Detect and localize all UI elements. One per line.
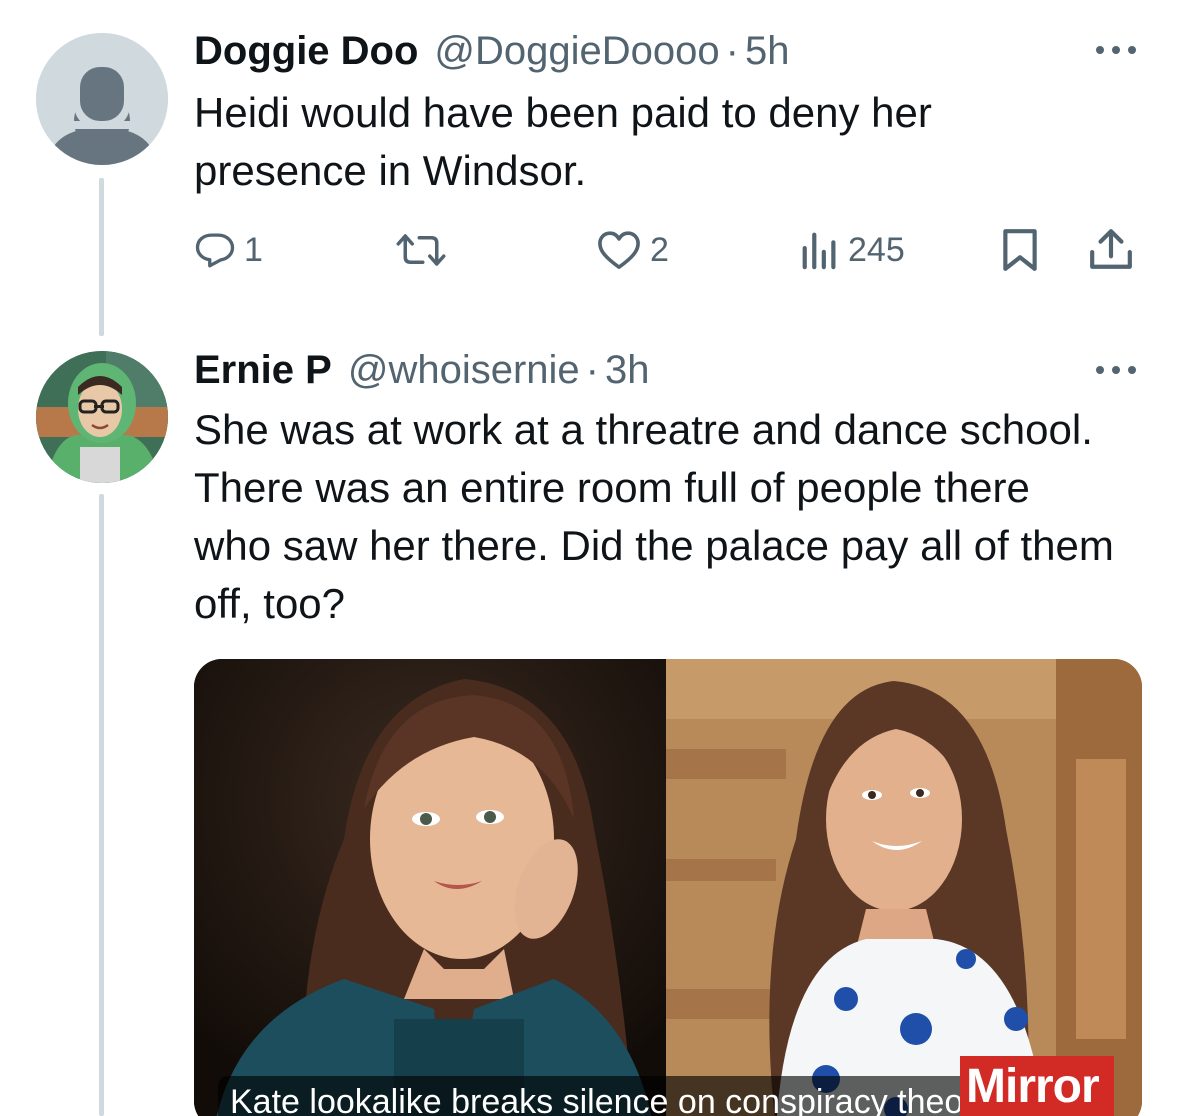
reply-icon <box>195 233 235 268</box>
timestamp[interactable]: 5h <box>745 27 790 75</box>
views-count: 245 <box>848 230 905 269</box>
retweet-button[interactable] <box>394 222 448 278</box>
media-card[interactable] <box>194 659 1142 1116</box>
share-icon <box>1090 229 1132 269</box>
avatar[interactable] <box>36 33 168 165</box>
bookmark-button[interactable] <box>1000 222 1040 278</box>
default-avatar-icon <box>36 33 168 165</box>
avatar[interactable] <box>36 351 168 483</box>
share-button[interactable] <box>1088 222 1134 278</box>
tweet-header: Doggie Doo @DoggieDoooo · 5h <box>194 27 789 75</box>
bookmark-icon <box>1003 229 1037 271</box>
retweet-icon <box>396 234 446 266</box>
reply-button[interactable]: 1 <box>194 222 263 278</box>
mirror-logo: Mirror <box>960 1056 1114 1116</box>
like-count: 2 <box>650 230 669 269</box>
display-name[interactable]: Ernie P <box>194 346 332 394</box>
photo-woman-teal-coat <box>194 659 666 1116</box>
separator-dot: · <box>585 348 599 392</box>
media-caption: Kate lookalike breaks silence on conspir… <box>218 1076 1038 1116</box>
thread-line-upper <box>99 178 104 336</box>
more-icon[interactable] <box>1092 360 1140 380</box>
photo-right <box>666 659 1142 1116</box>
tweet-actions: 1 2 245 <box>194 222 1144 278</box>
separator-dot: · <box>725 29 739 73</box>
heart-icon <box>598 231 640 269</box>
views-chart-icon <box>802 232 836 270</box>
reply-count: 1 <box>244 230 263 269</box>
more-icon[interactable] <box>1092 40 1140 60</box>
user-handle[interactable]: @DoggieDoooo <box>434 27 719 75</box>
views-button[interactable]: 245 <box>800 222 905 278</box>
display-name[interactable]: Doggie Doo <box>194 27 418 75</box>
timestamp[interactable]: 3h <box>605 346 650 394</box>
tweet-text: She was at work at a threatre and dance … <box>194 406 1114 627</box>
thread-line-lower <box>99 494 104 1116</box>
tweet-header: Ernie P @whoisernie · 3h <box>194 346 650 394</box>
photo-left <box>194 659 666 1116</box>
user-handle[interactable]: @whoisernie <box>348 346 580 394</box>
tweet-text: Heidi would have been paid to deny her p… <box>194 89 932 194</box>
like-button[interactable]: 2 <box>596 222 669 278</box>
profile-photo <box>36 351 168 483</box>
photo-lookalike-floral-dress <box>666 659 1142 1116</box>
